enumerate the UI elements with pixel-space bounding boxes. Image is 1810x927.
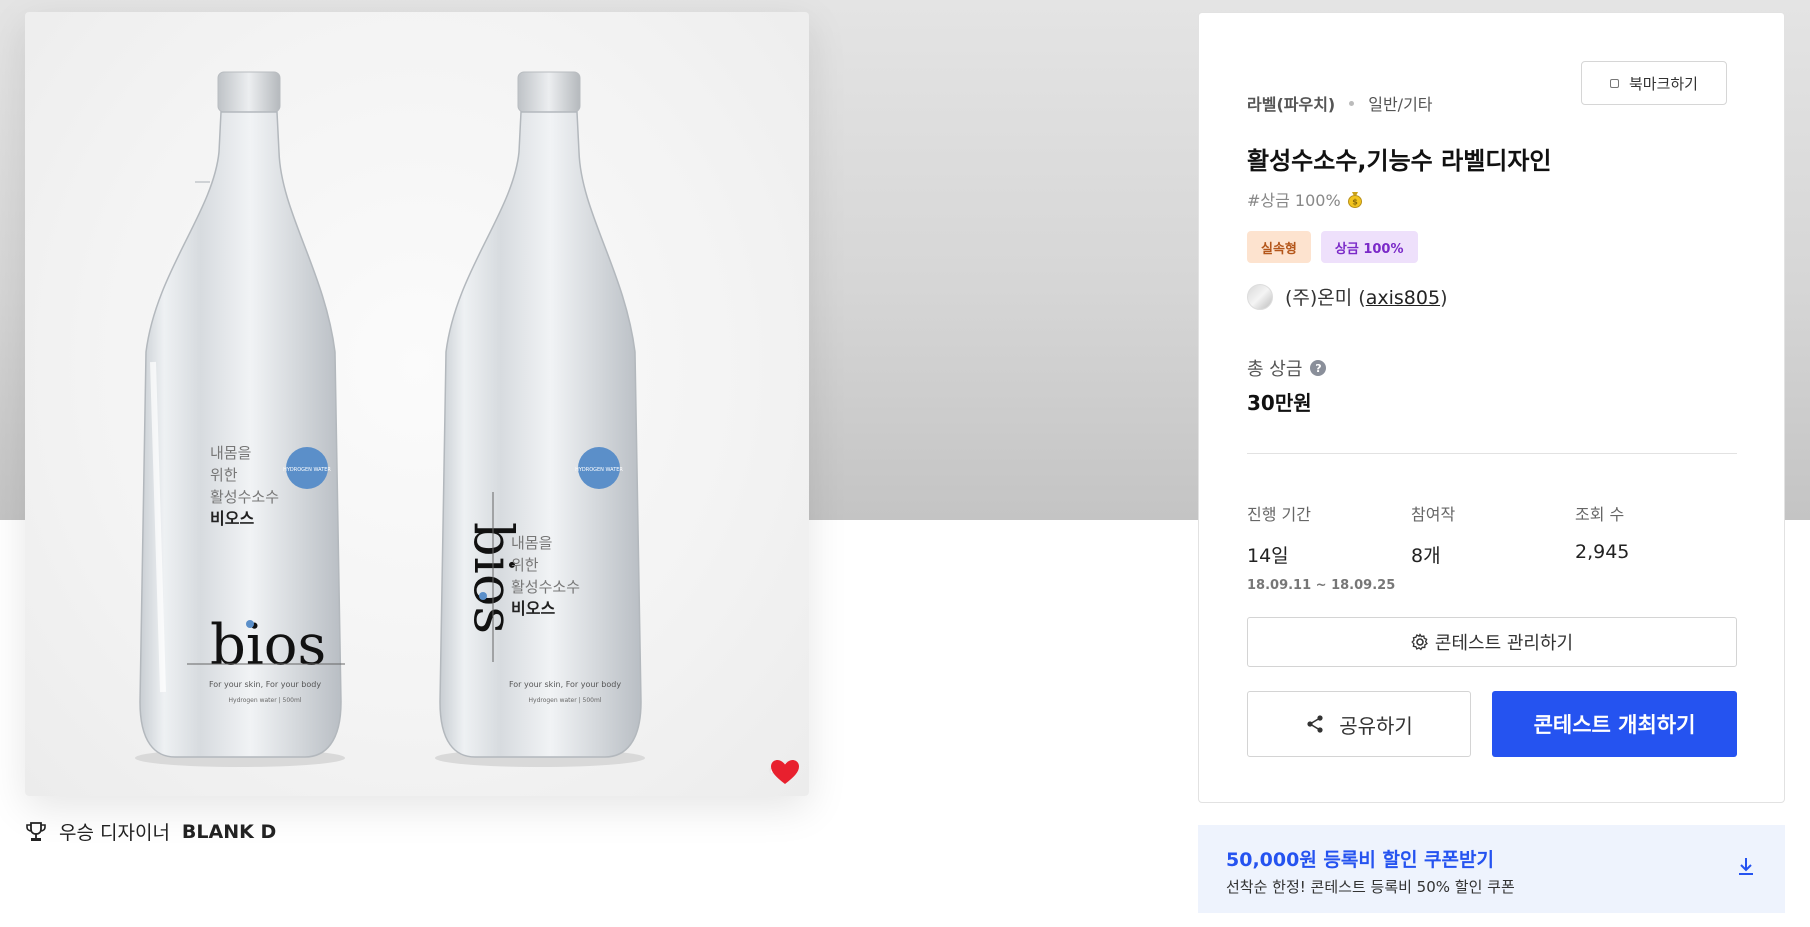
winner-name[interactable]: BLANK D — [182, 821, 276, 843]
badge-prize-rate: 상금 100% — [1320, 231, 1418, 263]
category-primary[interactable]: 라벨(파우치) — [1247, 91, 1335, 115]
like-counter[interactable]: 40 — [770, 759, 799, 784]
divider — [1247, 453, 1737, 454]
heart-icon[interactable] — [770, 759, 800, 785]
contest-badges: 실속형 상금 100% — [1247, 231, 1418, 263]
views-value: 2,945 — [1575, 541, 1630, 563]
stat-entries: 참여작 8개 — [1411, 501, 1455, 568]
winning-design-image[interactable]: 내몸을 위한 활성수소수 비오스 HYDROGEN WATER bios For… — [25, 12, 809, 796]
winner-label: 우승 디자이너 — [59, 822, 170, 844]
manage-contest-button[interactable]: 콘테스트 관리하기 — [1247, 617, 1737, 667]
svg-text:Hydrogen water | 500ml: Hydrogen water | 500ml — [229, 697, 302, 704]
trophy-icon — [26, 821, 46, 841]
svg-text:활성수소수: 활성수소수 — [511, 578, 580, 596]
svg-text:For your skin, For your body: For your skin, For your body — [209, 680, 321, 689]
share-button[interactable]: 공유하기 — [1247, 691, 1471, 757]
coupon-title: 50,000원 등록비 할인 쿠폰받기 — [1226, 849, 1494, 871]
svg-text:위한: 위한 — [511, 556, 539, 574]
prize-hashtag: #상금 100% $ — [1247, 187, 1363, 211]
bottle-mockup-illustration: 내몸을 위한 활성수소수 비오스 HYDROGEN WATER bios For… — [135, 71, 645, 767]
svg-text:내몸을: 내몸을 — [511, 534, 552, 552]
entries-value: 8개 — [1411, 545, 1441, 567]
total-prize-label-text: 총 상금 — [1247, 359, 1303, 380]
svg-text:bios: bios — [210, 613, 326, 678]
entries-label: 참여작 — [1411, 505, 1456, 524]
svg-text:내몸을: 내몸을 — [210, 444, 251, 462]
coupon-banner[interactable]: 50,000원 등록비 할인 쿠폰받기 선착순 한정! 콘테스트 등록비 50%… — [1198, 825, 1785, 913]
coupon-subtitle: 선착순 한정! 콘테스트 등록비 50% 할인 쿠폰 — [1226, 878, 1515, 896]
money-bag-icon: $ — [1347, 192, 1362, 208]
gear-icon — [1411, 633, 1428, 651]
period-value: 14일 — [1247, 545, 1289, 567]
badge-budget-type: 실속형 — [1247, 231, 1311, 263]
svg-text:Hydrogen water | 500ml: Hydrogen water | 500ml — [529, 697, 602, 704]
stat-views: 조회 수 2,945 — [1575, 501, 1629, 563]
views-label: 조회 수 — [1575, 505, 1625, 524]
category-secondary[interactable]: 일반/기타 — [1368, 91, 1432, 115]
bookmark-label: 북마크하기 — [1628, 74, 1698, 93]
svg-text:비오스: 비오스 — [210, 509, 254, 528]
host-contest-button[interactable]: 콘테스트 개최하기 — [1492, 691, 1737, 757]
host-id-link[interactable]: axis805 — [1366, 287, 1440, 309]
share-icon — [1307, 715, 1323, 733]
contest-title: 활성수소수,기능수 라벨디자인 — [1247, 147, 1552, 175]
avatar[interactable] — [1247, 283, 1273, 310]
bookmark-icon — [1609, 78, 1619, 88]
total-prize-value: 30만원 — [1247, 391, 1312, 415]
svg-text:비오스: 비오스 — [511, 599, 555, 618]
bookmark-button[interactable]: 북마크하기 — [1581, 61, 1727, 105]
download-icon[interactable] — [1735, 855, 1757, 877]
host-name: (주)온미 — [1285, 287, 1353, 309]
svg-text:HYDROGEN WATER: HYDROGEN WATER — [575, 467, 623, 473]
host-info: (주)온미 (axis805) — [1247, 283, 1447, 310]
separator-dot — [1349, 100, 1355, 106]
svg-text:For your skin, For your body: For your skin, For your body — [509, 680, 621, 689]
help-icon[interactable]: ? — [1310, 360, 1327, 376]
period-label: 진행 기간 — [1247, 505, 1311, 524]
period-range: 18.09.11 ~ 18.09.25 — [1247, 578, 1396, 593]
svg-text:HYDROGEN WATER: HYDROGEN WATER — [283, 467, 331, 473]
manage-contest-label: 콘테스트 관리하기 — [1434, 633, 1574, 654]
total-prize-label: 총 상금 ? — [1247, 355, 1327, 381]
breadcrumb: 라벨(파우치) 일반/기타 — [1247, 91, 1433, 115]
svg-text:위한: 위한 — [210, 466, 238, 484]
contest-info-panel: 라벨(파우치) 일반/기타 북마크하기 활성수소수,기능수 라벨디자인 #상금 … — [1198, 12, 1785, 803]
stat-period: 진행 기간 14일 18.09.11 ~ 18.09.25 — [1247, 501, 1395, 593]
svg-text:$: $ — [1352, 198, 1358, 207]
hashtag-text[interactable]: #상금 100% — [1247, 187, 1341, 211]
share-label: 공유하기 — [1339, 713, 1413, 738]
svg-text:활성수소수: 활성수소수 — [210, 488, 279, 506]
winner-designer: 우승 디자이너 BLANK D — [25, 818, 276, 845]
